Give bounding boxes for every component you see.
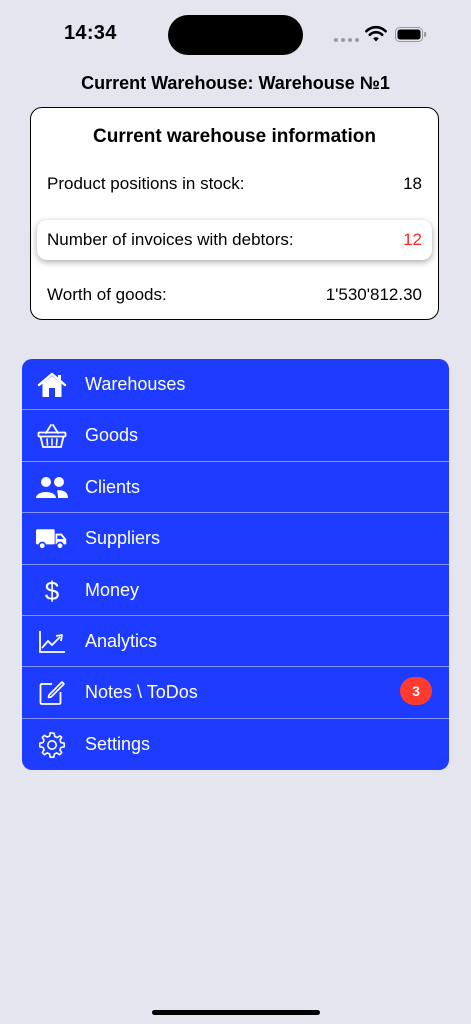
house-icon <box>36 371 68 399</box>
menu-item-clients[interactable]: Clients <box>22 462 449 514</box>
page-title: Current Warehouse: Warehouse №1 <box>81 73 390 93</box>
menu-label: Settings <box>85 733 151 754</box>
menu-label: Notes \ ToDos <box>85 682 198 703</box>
menu-label: Money <box>85 579 140 600</box>
info-label: Worth of goods: <box>47 285 167 304</box>
menu-item-goods[interactable]: Goods <box>22 410 449 462</box>
notification-badge: 3 <box>400 677 432 706</box>
menu-label: Analytics <box>85 630 158 651</box>
menu-item-warehouses[interactable]: Warehouses <box>22 359 449 411</box>
gear-icon <box>36 731 68 759</box>
menu-item-money[interactable]: $ Money <box>22 565 449 616</box>
info-label: Number of invoices with debtors: <box>47 230 294 249</box>
menu-item-analytics[interactable]: Analytics <box>22 616 449 668</box>
info-row-invoices-debtors[interactable]: Number of invoices with debtors: 12 <box>37 220 432 260</box>
truck-icon <box>36 525 68 553</box>
basket-icon <box>36 422 68 450</box>
info-value: 18 <box>403 174 422 193</box>
info-value: 12 <box>403 230 422 249</box>
menu-label: Suppliers <box>85 528 161 549</box>
info-row-worth-of-goods: Worth of goods: 1'530'812.30 <box>47 285 422 305</box>
chart-icon <box>36 628 68 656</box>
info-row-product-positions: Product positions in stock: 18 <box>47 174 422 194</box>
menu-item-suppliers[interactable]: Suppliers <box>22 513 449 565</box>
menu-label: Warehouses <box>85 374 186 394</box>
battery-icon <box>395 27 427 42</box>
dynamic-island <box>168 15 303 55</box>
people-icon <box>36 474 68 502</box>
dollar-icon: $ <box>44 575 60 606</box>
home-indicator[interactable] <box>152 1010 320 1015</box>
menu-label: Goods <box>85 425 139 446</box>
warehouse-info-card: Current warehouse information Product po… <box>30 107 439 320</box>
menu-label: Clients <box>85 476 141 497</box>
menu-item-settings[interactable]: Settings <box>22 719 449 770</box>
status-bar: 14:34 <box>0 0 471 70</box>
cellular-signal-icon <box>334 38 359 42</box>
wifi-icon <box>365 26 387 42</box>
main-menu: Warehouses Goods Clients Suppliers $ Mon… <box>22 359 449 770</box>
note-edit-icon <box>36 679 68 707</box>
status-time: 14:34 <box>64 22 117 44</box>
info-card-title: Current warehouse information <box>93 126 376 147</box>
menu-item-notes-todos[interactable]: Notes \ ToDos 3 <box>22 667 449 719</box>
info-label: Product positions in stock: <box>47 174 245 193</box>
info-value: 1'530'812.30 <box>325 285 422 304</box>
